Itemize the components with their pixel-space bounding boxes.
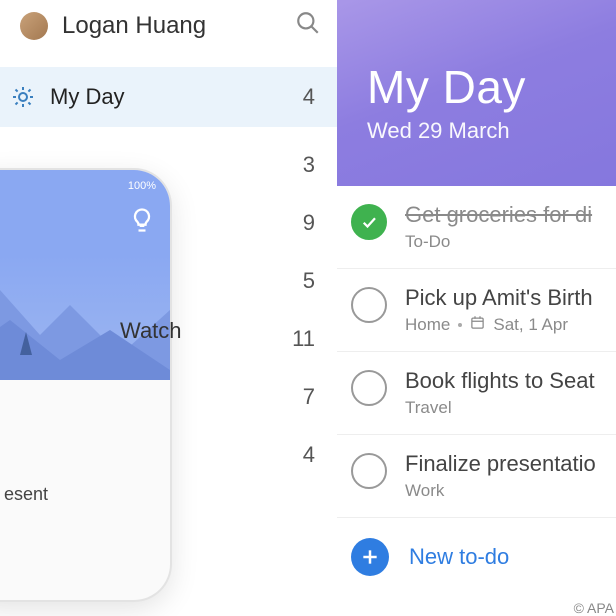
- my-day-header: My Day Wed 29 March: [337, 0, 616, 186]
- task-row[interactable]: Finalize presentatio Work: [337, 435, 616, 518]
- new-todo-label: New to-do: [409, 544, 509, 570]
- task-row[interactable]: Pick up Amit's Birth Home Sat, 1 Apr: [337, 269, 616, 352]
- user-name: Logan Huang: [62, 12, 295, 40]
- sidebar-item-count: 4: [303, 84, 315, 110]
- task-list-name: To-Do: [405, 232, 616, 252]
- checkbox-icon[interactable]: [351, 453, 387, 489]
- page-date: Wed 29 March: [367, 118, 616, 144]
- page-title: My Day: [367, 60, 616, 114]
- sidebar-item-label-partial: Watch: [120, 318, 182, 344]
- avatar[interactable]: [20, 12, 48, 40]
- list-count: 5: [292, 252, 315, 310]
- task-list-name: Work: [405, 481, 616, 501]
- plus-icon: [351, 538, 389, 576]
- sidebar-item-label: My Day: [50, 84, 303, 110]
- sidebar-item-my-day[interactable]: My Day 4: [0, 67, 337, 127]
- task-title: Get groceries for di: [405, 202, 616, 228]
- task-row[interactable]: Get groceries for di To-Do: [337, 186, 616, 269]
- list-count: 4: [292, 426, 315, 484]
- task-due: Sat, 1 Apr: [493, 315, 568, 335]
- separator-dot-icon: [458, 323, 462, 327]
- task-list-name: Home: [405, 315, 450, 335]
- task-title: Book flights to Seat: [405, 368, 616, 394]
- task-row[interactable]: Book flights to Seat Travel: [337, 352, 616, 435]
- list-count: 9: [292, 194, 315, 252]
- phone-mockup: ••••• 100%: [0, 170, 170, 600]
- checkbox-done-icon[interactable]: [351, 204, 387, 240]
- checkbox-icon[interactable]: [351, 370, 387, 406]
- image-credit: © APA: [574, 600, 614, 616]
- lightbulb-icon[interactable]: [128, 206, 156, 239]
- partial-text: esent: [0, 478, 58, 511]
- checkbox-icon[interactable]: [351, 287, 387, 323]
- list-count: 3: [292, 136, 315, 194]
- sidebar: Logan Huang My Day 4 3 9 5 11 7 4 ••••• …: [0, 0, 337, 616]
- battery-label: 100%: [128, 180, 156, 192]
- sidebar-counts: 3 9 5 11 7 4: [292, 136, 315, 484]
- main-panel: My Day Wed 29 March Get groceries for di…: [337, 0, 616, 616]
- phone-statusbar: ••••• 100%: [0, 170, 170, 194]
- sun-icon: [8, 85, 38, 109]
- new-todo-button[interactable]: New to-do: [337, 518, 616, 596]
- task-title: Pick up Amit's Birth: [405, 285, 616, 311]
- list-count: 7: [292, 368, 315, 426]
- calendar-icon: [470, 315, 485, 335]
- task-title: Finalize presentatio: [405, 451, 616, 477]
- user-row[interactable]: Logan Huang: [0, 0, 337, 41]
- search-icon[interactable]: [295, 10, 321, 41]
- list-count: 11: [292, 310, 315, 368]
- task-list-name: Travel: [405, 398, 616, 418]
